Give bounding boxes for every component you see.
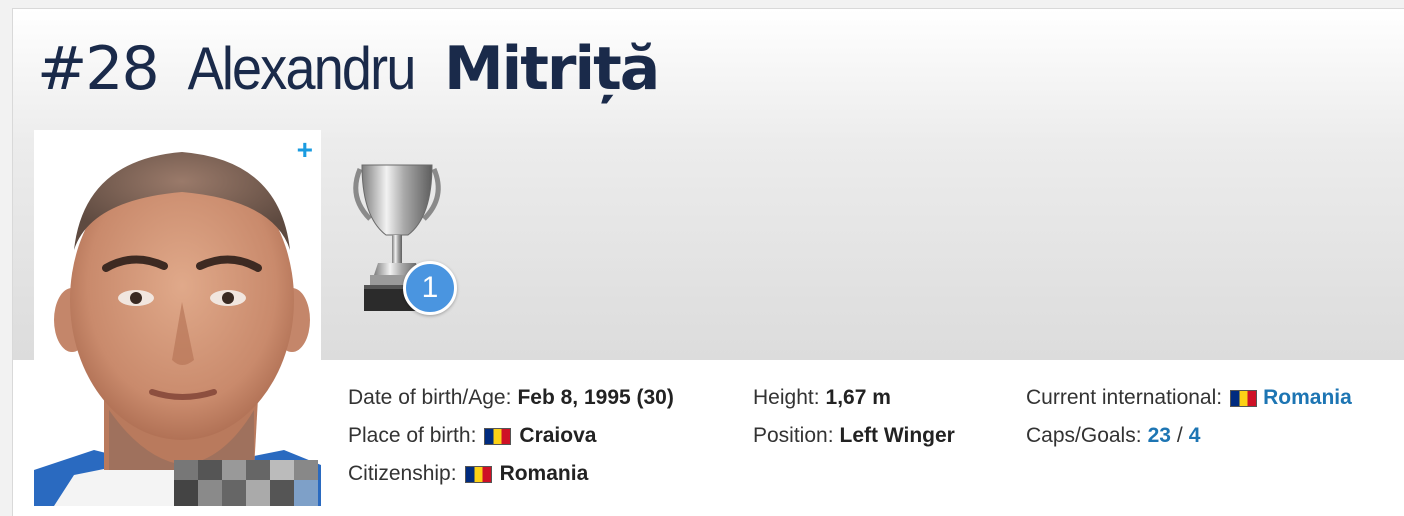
player-photo[interactable]: + xyxy=(34,130,321,506)
current-international-row: Current international: Romania xyxy=(1026,379,1352,417)
pob-label: Place of birth: xyxy=(348,424,477,447)
date-of-birth-row: Date of birth/Age: Feb 8, 1995 (30) xyxy=(348,379,674,417)
citizenship-row: Citizenship: Romania xyxy=(348,455,674,493)
shirt-number: #28 xyxy=(37,34,160,104)
romania-flag-icon xyxy=(1230,389,1258,407)
details-column-3: Current international: Romania Caps/Goal… xyxy=(1026,379,1352,455)
position-value: Left Winger xyxy=(839,424,955,447)
height-row: Height: 1,67 m xyxy=(753,379,955,417)
intl-country-link[interactable]: Romania xyxy=(1263,379,1352,417)
details-column-1: Date of birth/Age: Feb 8, 1995 (30) Plac… xyxy=(348,379,674,493)
trophy-cup-icon[interactable]: 1 xyxy=(348,157,458,327)
player-last-name: Mitriță xyxy=(443,34,660,104)
player-portrait-image xyxy=(34,152,321,506)
position-row: Position: Left Winger xyxy=(753,417,955,455)
romania-flag-icon xyxy=(484,427,512,445)
romania-flag-icon xyxy=(464,465,492,483)
pob-value: Craiova xyxy=(519,424,597,447)
position-label: Position: xyxy=(753,424,834,447)
trophy-count-badge: 1 xyxy=(403,261,457,315)
caps-goals-row: Caps/Goals: 23 / 4 xyxy=(1026,417,1352,455)
expand-photo-plus-icon[interactable]: + xyxy=(297,136,313,164)
height-value: 1,67 m xyxy=(825,386,891,409)
goals-link[interactable]: 4 xyxy=(1189,417,1201,455)
caps-goals-separator: / xyxy=(1176,424,1183,447)
caps-label: Caps/Goals: xyxy=(1026,424,1142,447)
place-of-birth-row: Place of birth: Craiova xyxy=(348,417,674,455)
dob-label: Date of birth/Age: xyxy=(348,386,512,409)
dob-value: Feb 8, 1995 (30) xyxy=(517,386,674,409)
intl-label: Current international: xyxy=(1026,386,1223,409)
citizenship-label: Citizenship: xyxy=(348,462,457,485)
player-name-heading: #28 Alexandru Mitriță xyxy=(37,35,660,102)
details-column-2: Height: 1,67 m Position: Left Winger xyxy=(753,379,955,455)
player-first-name: Alexandru xyxy=(187,35,416,102)
height-label: Height: xyxy=(753,386,820,409)
caps-link[interactable]: 23 xyxy=(1148,417,1171,455)
player-header-card: #28 Alexandru Mitriță + 1 Date of birth/… xyxy=(12,8,1404,516)
citizenship-value: Romania xyxy=(499,462,589,485)
